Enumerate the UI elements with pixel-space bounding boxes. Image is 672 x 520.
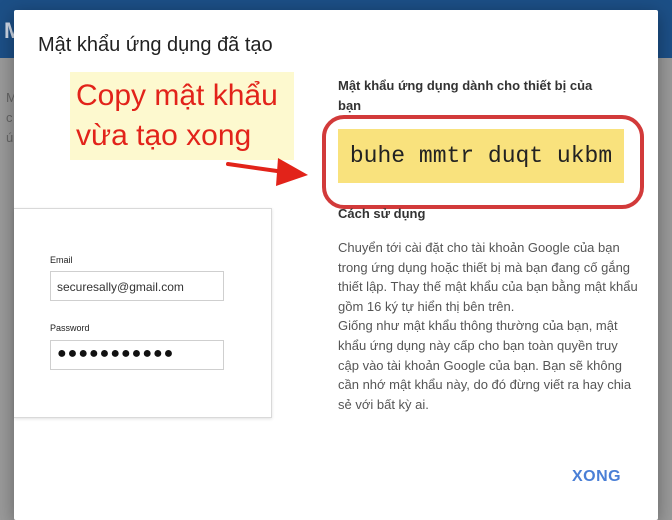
email-label: Email bbox=[50, 255, 73, 265]
dialog-title: Mật khẩu ứng dụng đã tạo bbox=[38, 34, 273, 56]
app-password-dialog: Mật khẩu ứng dụng đã tạo Copy mật khẩu v… bbox=[14, 10, 658, 520]
password-label: Password bbox=[50, 323, 90, 333]
annotation-callout: Copy mật khẩu vừa tạo xong bbox=[70, 72, 294, 160]
usage-paragraph: Chuyển tới cài đặt cho tài khoản Google … bbox=[338, 240, 638, 314]
password-field: ●●●●●●●●●●● bbox=[50, 340, 224, 370]
usage-title: Cách sử dụng bbox=[338, 206, 426, 221]
usage-instructions: Chuyển tới cài đặt cho tài khoản Google … bbox=[338, 238, 640, 414]
generated-password[interactable]: buhe mmtr duqt ukbm bbox=[338, 129, 624, 183]
annotation-line-1: Copy mật khẩu bbox=[76, 79, 278, 112]
email-field: securesally@gmail.com bbox=[50, 271, 224, 301]
usage-paragraph: Giống như mật khẩu thông thường của bạn,… bbox=[338, 318, 632, 412]
device-password-label: Mật khẩu ứng dụng dành cho thiết bị của … bbox=[338, 78, 593, 113]
background-right-strip bbox=[658, 58, 672, 520]
done-button[interactable]: XONG bbox=[572, 468, 621, 486]
login-preview-card: Email securesally@gmail.com Password ●●●… bbox=[14, 208, 272, 418]
arrow-right-icon bbox=[226, 158, 308, 186]
